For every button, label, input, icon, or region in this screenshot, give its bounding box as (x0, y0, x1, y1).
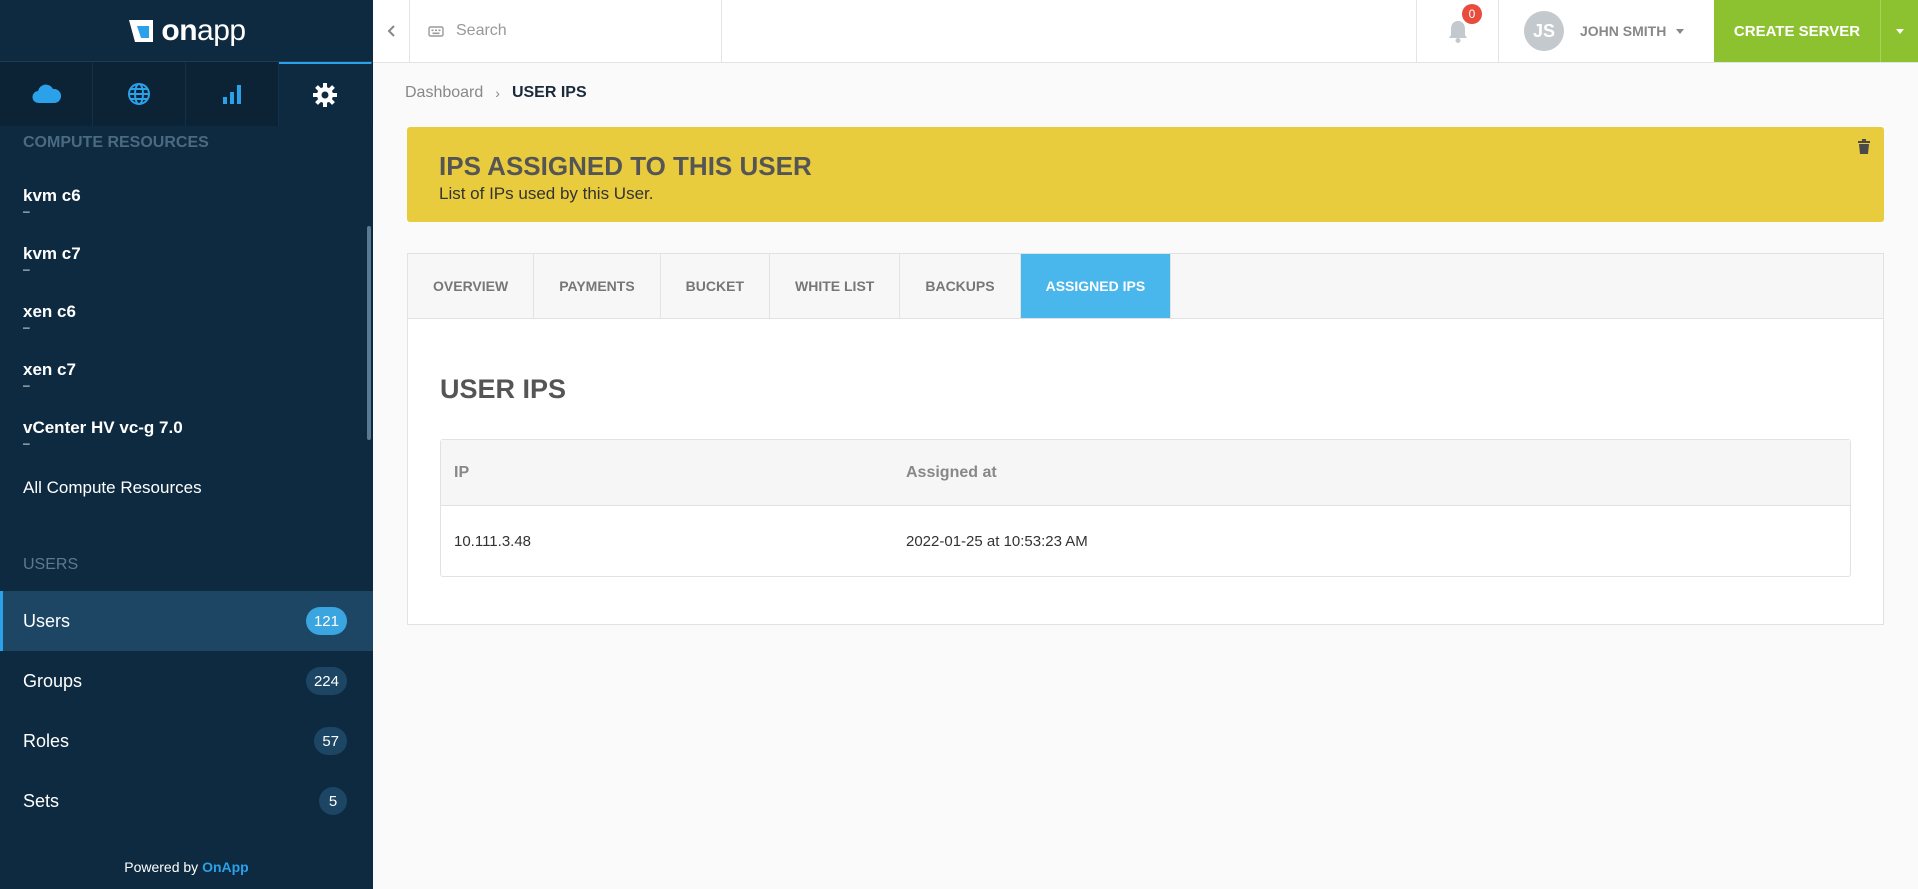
powered-by-text: Powered by (124, 859, 199, 875)
create-server-dropdown-button[interactable] (1880, 0, 1918, 62)
compute-resource-sub: – (23, 262, 30, 276)
column-header-ip[interactable]: IP (441, 464, 906, 482)
breadcrumb: Dashboard › USER IPS (405, 84, 587, 102)
gear-icon (313, 83, 337, 107)
onapp-logo-icon (129, 19, 154, 42)
compute-resource-name: kvm c6 (23, 186, 81, 205)
page-header-banner: IPS ASSIGNED TO THIS USER List of IPs us… (407, 127, 1884, 222)
count-badge: 224 (305, 667, 347, 695)
bell-icon (1448, 21, 1467, 43)
compute-resources-heading: COMPUTE RESOURCES (23, 134, 209, 151)
sidebar-icon-tabs (0, 62, 373, 126)
sidebar-item-groups[interactable]: Groups 224 (0, 651, 373, 711)
sidebar-item-label: Sets (23, 790, 60, 811)
count-badge: 57 (314, 727, 347, 755)
topbar: Search 0 JS JOHN SMITH CREATE SERVER (373, 0, 1918, 63)
sidebar-item-users[interactable]: Users 121 (0, 591, 373, 651)
compute-resource-sub: – (23, 204, 30, 218)
ips-table: IP Assigned at 10.111.3.48 2022-01-25 at… (440, 439, 1851, 577)
compute-resource-sub: – (23, 378, 30, 392)
table-row: 10.111.3.48 2022-01-25 at 10:53:23 AM (441, 506, 1850, 576)
powered-by: Powered by OnApp (0, 859, 373, 875)
logo-bar: onapp (0, 0, 373, 62)
delete-button[interactable] (1858, 139, 1870, 159)
tab-settings[interactable] (279, 62, 372, 126)
trash-icon (1858, 139, 1870, 154)
chevron-left-icon (387, 25, 395, 37)
compute-resource-item[interactable]: vCenter HV vc-g 7.0 – (23, 418, 183, 450)
breadcrumb-dashboard-link[interactable]: Dashboard (405, 84, 483, 102)
user-tabs: OVERVIEW PAYMENTS BUCKET WHITE LIST BACK… (408, 254, 1883, 319)
search-input[interactable]: Search (456, 22, 507, 40)
breadcrumb-separator: › (495, 85, 500, 101)
compute-resource-sub: – (23, 436, 30, 450)
compute-resource-item[interactable]: kvm c6 – (23, 186, 81, 218)
search-box[interactable]: Search (410, 0, 722, 62)
globe-icon (128, 83, 150, 105)
sidebar: onapp COMPUTE RESOURCES kvm c6 – kvm c7 … (0, 0, 373, 889)
bar-chart-icon (223, 85, 241, 104)
compute-resource-name: kvm c7 (23, 244, 81, 263)
sidebar-item-roles[interactable]: Roles 57 (0, 711, 373, 771)
compute-resource-item[interactable]: xen c6 – (23, 302, 76, 334)
avatar: JS (1524, 11, 1564, 51)
tab-cloud[interactable] (0, 62, 93, 126)
compute-resource-sub: – (23, 320, 30, 334)
sidebar-item-label: Groups (23, 670, 83, 691)
tab-assigned-ips[interactable]: ASSIGNED IPS (1020, 254, 1172, 318)
user-menu[interactable]: JS JOHN SMITH (1498, 0, 1714, 62)
sidebar-scrollbar[interactable] (367, 226, 371, 440)
table-header: IP Assigned at (441, 440, 1850, 506)
sidebar-scroll-area: COMPUTE RESOURCES kvm c6 – kvm c7 – xen … (0, 126, 373, 826)
count-badge: 121 (305, 607, 347, 635)
page-subtitle: List of IPs used by this User. (439, 184, 654, 203)
notification-count-badge: 0 (1462, 4, 1482, 24)
cell-assigned-at: 2022-01-25 at 10:53:23 AM (906, 532, 1088, 550)
count-badge: 5 (319, 787, 347, 815)
tab-white-list[interactable]: WHITE LIST (770, 254, 901, 318)
page-title: IPS ASSIGNED TO THIS USER (439, 151, 812, 181)
section-title: USER IPS (440, 374, 567, 404)
sidebar-item-label: Users (23, 610, 71, 631)
tab-globe[interactable] (93, 62, 186, 126)
powered-by-brand-link[interactable]: OnApp (202, 859, 249, 875)
cell-ip: 10.111.3.48 (454, 532, 532, 550)
chevron-down-icon (1895, 28, 1904, 34)
compute-resource-item[interactable]: xen c7 – (23, 360, 76, 392)
logo-text: onapp (161, 13, 246, 48)
logo-text-on: on (161, 13, 198, 47)
user-panel: OVERVIEW PAYMENTS BUCKET WHITE LIST BACK… (407, 253, 1884, 625)
tab-backups[interactable]: BACKUPS (900, 254, 1021, 318)
users-section-heading: USERS (23, 556, 79, 573)
onapp-logo[interactable]: onapp (127, 13, 246, 48)
column-header-assigned-at[interactable]: Assigned at (906, 464, 1850, 482)
compute-resource-item[interactable]: kvm c7 – (23, 244, 81, 276)
compute-resource-name: vCenter HV vc-g 7.0 (23, 418, 183, 437)
user-name: JOHN SMITH (1580, 23, 1667, 39)
tab-overview[interactable]: OVERVIEW (408, 254, 535, 318)
compute-resource-name: xen c6 (23, 302, 76, 321)
logo-text-app: app (197, 13, 246, 47)
tab-payments[interactable]: PAYMENTS (534, 254, 661, 318)
sidebar-item-label: Roles (23, 730, 70, 751)
cloud-icon (32, 84, 61, 104)
chevron-down-icon (1676, 28, 1685, 34)
all-compute-resources-link[interactable]: All Compute Resources (23, 478, 202, 498)
tab-bucket[interactable]: BUCKET (661, 254, 771, 318)
compute-resource-name: xen c7 (23, 360, 76, 379)
sidebar-item-sets[interactable]: Sets 5 (0, 771, 373, 831)
notifications-button[interactable]: 0 (1416, 0, 1498, 62)
breadcrumb-current: USER IPS (511, 84, 587, 101)
tab-stats[interactable] (186, 62, 279, 126)
create-server-button[interactable]: CREATE SERVER (1714, 0, 1880, 62)
keyboard-icon (428, 26, 444, 37)
collapse-sidebar-button[interactable] (373, 0, 410, 62)
